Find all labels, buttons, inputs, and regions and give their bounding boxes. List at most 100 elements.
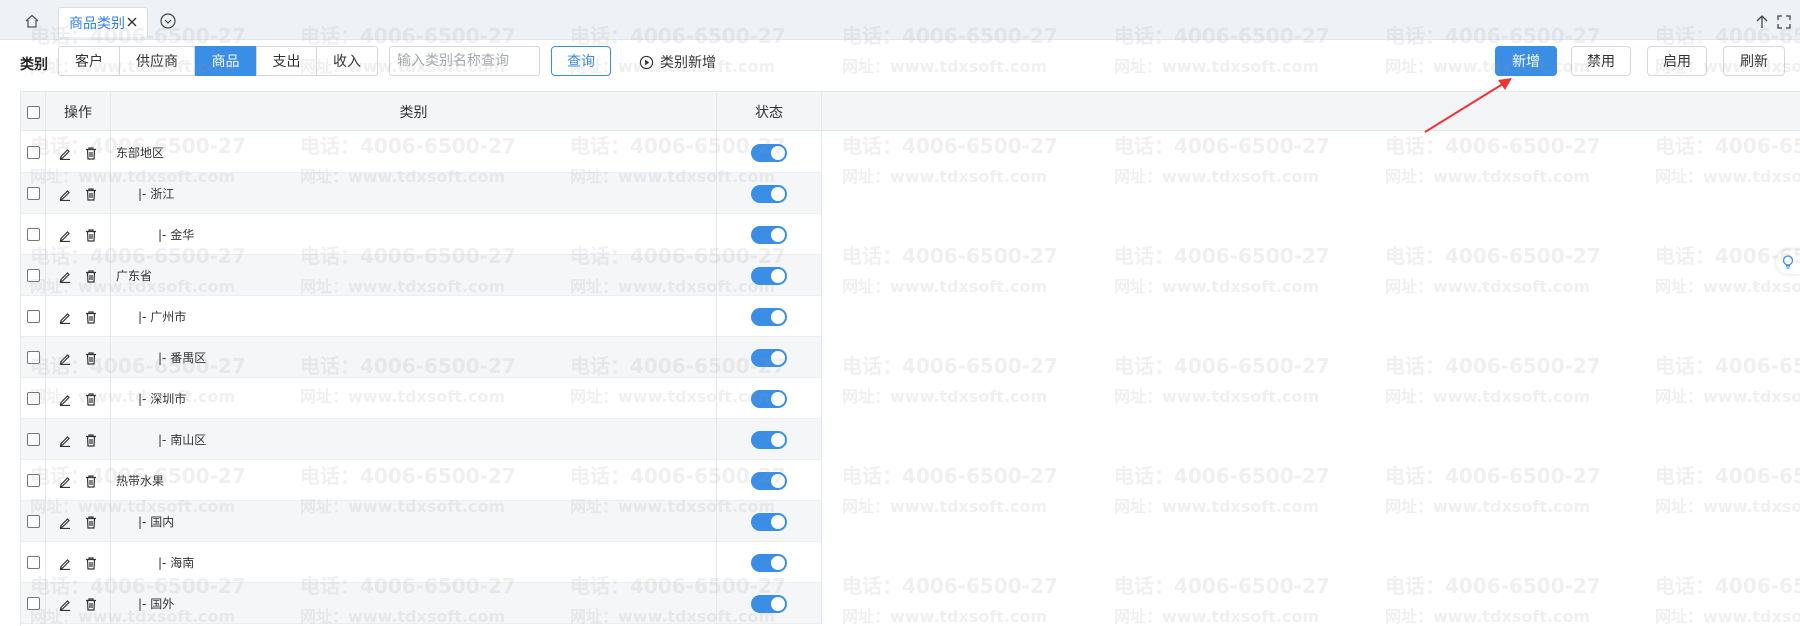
chevron-down-icon[interactable] <box>159 12 177 30</box>
watermark: 电话：4006-6500-27网址：www.tdxsoft.com <box>842 354 1058 406</box>
watermark: 电话：4006-6500-27网址：www.tdxsoft.com <box>842 574 1058 626</box>
segment-income[interactable]: 收入 <box>316 46 378 76</box>
delete-icon[interactable] <box>82 144 100 162</box>
segment-expense[interactable]: 支出 <box>256 46 317 76</box>
edit-icon[interactable] <box>56 308 74 326</box>
watermark: 电话：4006-6500-27网址：www.tdxsoft.com <box>1114 464 1330 516</box>
row-checkbox[interactable] <box>26 474 40 487</box>
row-checkbox[interactable] <box>26 597 40 610</box>
row-status-cell <box>717 419 822 460</box>
delete-icon[interactable] <box>82 226 100 244</box>
table-row[interactable]: 东部地区 <box>21 132 822 173</box>
table-row[interactable]: |- 深圳市 <box>21 378 822 419</box>
edit-icon[interactable] <box>56 185 74 203</box>
status-toggle[interactable] <box>751 553 787 572</box>
status-toggle[interactable] <box>751 307 787 326</box>
select-all-checkbox[interactable] <box>26 105 40 119</box>
row-checkbox[interactable] <box>26 269 40 282</box>
row-checkbox[interactable] <box>26 556 40 569</box>
table-row[interactable]: |- 广州市 <box>21 296 822 337</box>
new-category-button[interactable]: 类别新增 <box>639 52 716 72</box>
delete-icon[interactable] <box>82 308 100 326</box>
close-icon[interactable] <box>125 15 139 29</box>
row-actions <box>46 337 111 378</box>
edit-icon[interactable] <box>56 554 74 572</box>
row-checkbox[interactable] <box>26 310 40 323</box>
row-actions <box>46 296 111 337</box>
delete-icon[interactable] <box>82 513 100 531</box>
row-checkbox[interactable] <box>26 515 40 528</box>
lightbulb-icon[interactable] <box>1776 250 1800 274</box>
delete-icon[interactable] <box>82 431 100 449</box>
edit-icon[interactable] <box>56 267 74 285</box>
table-row[interactable]: |- 金华 <box>21 214 822 255</box>
table-row[interactable]: |- 南山区 <box>21 419 822 460</box>
edit-icon[interactable] <box>56 226 74 244</box>
delete-icon[interactable] <box>82 472 100 490</box>
status-toggle[interactable] <box>751 430 787 449</box>
watermark: 电话：4006-6500-27网址：www.tdxsoft.com <box>1385 134 1601 186</box>
edit-icon[interactable] <box>56 349 74 367</box>
delete-icon[interactable] <box>82 185 100 203</box>
status-toggle[interactable] <box>751 594 787 613</box>
row-select-cell <box>21 296 46 337</box>
table-row[interactable]: 热带水果 <box>21 460 822 501</box>
row-checkbox[interactable] <box>26 146 40 159</box>
row-checkbox[interactable] <box>26 433 40 446</box>
category-table: 操作 类别 状态 东部地区 |- 浙江 |- 金华 广东省 |- 广州市 |- 番禺区 |-… <box>20 91 822 626</box>
fullscreen-icon[interactable] <box>1776 14 1792 30</box>
delete-icon[interactable] <box>82 554 100 572</box>
watermark: 电话：4006-6500-27网址：www.tdxsoft.com <box>1385 244 1601 296</box>
row-checkbox[interactable] <box>26 228 40 241</box>
tab-product-category[interactable]: 商品类别 <box>58 7 148 37</box>
refresh-button[interactable]: 刷新 <box>1723 46 1785 76</box>
status-toggle[interactable] <box>751 471 787 490</box>
status-toggle[interactable] <box>751 225 787 244</box>
delete-icon[interactable] <box>82 267 100 285</box>
delete-icon[interactable] <box>82 349 100 367</box>
status-toggle[interactable] <box>751 266 787 285</box>
query-button[interactable]: 查询 <box>551 46 611 76</box>
row-category-name: |- 番禺区 <box>111 337 717 378</box>
disable-button[interactable]: 禁用 <box>1571 46 1631 76</box>
table-row[interactable]: |- 国内 <box>21 501 822 542</box>
edit-icon[interactable] <box>56 513 74 531</box>
enable-button[interactable]: 启用 <box>1647 46 1707 76</box>
edit-icon[interactable] <box>56 431 74 449</box>
edit-icon[interactable] <box>56 390 74 408</box>
row-select-cell <box>21 214 46 255</box>
delete-icon[interactable] <box>82 595 100 613</box>
row-checkbox[interactable] <box>26 187 40 200</box>
status-toggle[interactable] <box>751 143 787 162</box>
edit-icon[interactable] <box>56 472 74 490</box>
add-button[interactable]: 新增 <box>1495 46 1557 76</box>
status-toggle[interactable] <box>751 389 787 408</box>
header-status[interactable]: 状态 <box>717 92 822 132</box>
row-checkbox[interactable] <box>26 351 40 364</box>
row-category-name: |- 广州市 <box>111 296 717 337</box>
status-toggle[interactable] <box>751 184 787 203</box>
row-status-cell <box>717 501 822 542</box>
edit-icon[interactable] <box>56 595 74 613</box>
status-toggle[interactable] <box>751 348 787 367</box>
watermark: 电话：4006-6500-27网址：www.tdxsoft.com <box>1385 464 1601 516</box>
segment-customer[interactable]: 客户 <box>58 46 120 76</box>
delete-icon[interactable] <box>82 390 100 408</box>
table-row[interactable]: |- 国外 <box>21 583 822 624</box>
row-checkbox[interactable] <box>26 392 40 405</box>
table-row[interactable]: |- 海南 <box>21 542 822 583</box>
category-search-input[interactable] <box>389 46 540 76</box>
status-toggle[interactable] <box>751 512 787 531</box>
home-icon[interactable] <box>20 10 44 32</box>
segment-supplier[interactable]: 供应商 <box>119 46 195 76</box>
watermark: 电话：4006-6500-27网址：www.tdxsoft.com <box>842 464 1058 516</box>
row-select-cell <box>21 419 46 460</box>
table-row[interactable]: |- 浙江 <box>21 173 822 214</box>
arrow-up-icon[interactable] <box>1754 14 1770 30</box>
header-category[interactable]: 类别 <box>111 92 717 132</box>
segment-product[interactable]: 商品 <box>195 46 256 76</box>
table-row[interactable]: |- 番禺区 <box>21 337 822 378</box>
edit-icon[interactable] <box>56 144 74 162</box>
table-row[interactable]: 广东省 <box>21 255 822 296</box>
row-status-cell <box>717 583 822 624</box>
